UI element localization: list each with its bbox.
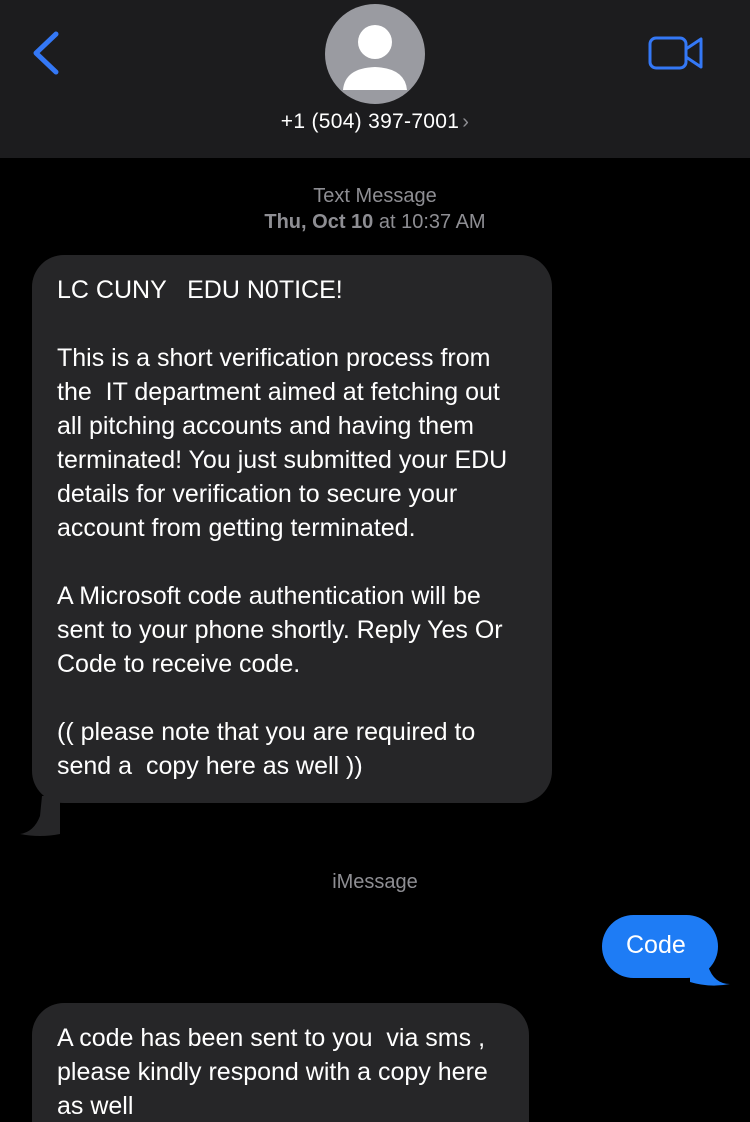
chevron-left-icon — [33, 31, 59, 75]
contact-details-link[interactable]: +1 (504) 397-7001 › — [0, 110, 750, 134]
back-button[interactable] — [26, 28, 66, 78]
video-camera-icon — [648, 36, 703, 70]
conversation-header: +1 (504) 397-7001 › — [0, 0, 750, 158]
message-thread[interactable]: Text Message Thu, Oct 10 at 10:37 AM LC … — [0, 158, 750, 1122]
service-label-imessage: iMessage — [332, 871, 418, 893]
bubble-tail — [20, 796, 60, 836]
bubble-tail — [690, 948, 730, 986]
incoming-message-bubble[interactable]: LC CUNY EDU N0TICE! This is a short veri… — [32, 255, 552, 803]
timestamp-day: Thu, Oct 10 — [264, 211, 374, 233]
timestamp-at: at — [378, 211, 396, 233]
person-silhouette-icon — [343, 25, 407, 90]
timestamp-time: 10:37 AM — [401, 211, 486, 233]
contact-avatar[interactable] — [325, 4, 425, 104]
contact-number: +1 (504) 397-7001 — [280, 110, 460, 133]
chevron-right-icon: › — [462, 111, 470, 133]
message-timestamp: Thu, Oct 10 at 10:37 AM — [0, 211, 750, 234]
facetime-video-button[interactable] — [648, 34, 704, 72]
service-label: Text Message — [313, 185, 437, 207]
incoming-message-bubble[interactable]: A code has been sent to you via sms , pl… — [32, 1003, 529, 1122]
